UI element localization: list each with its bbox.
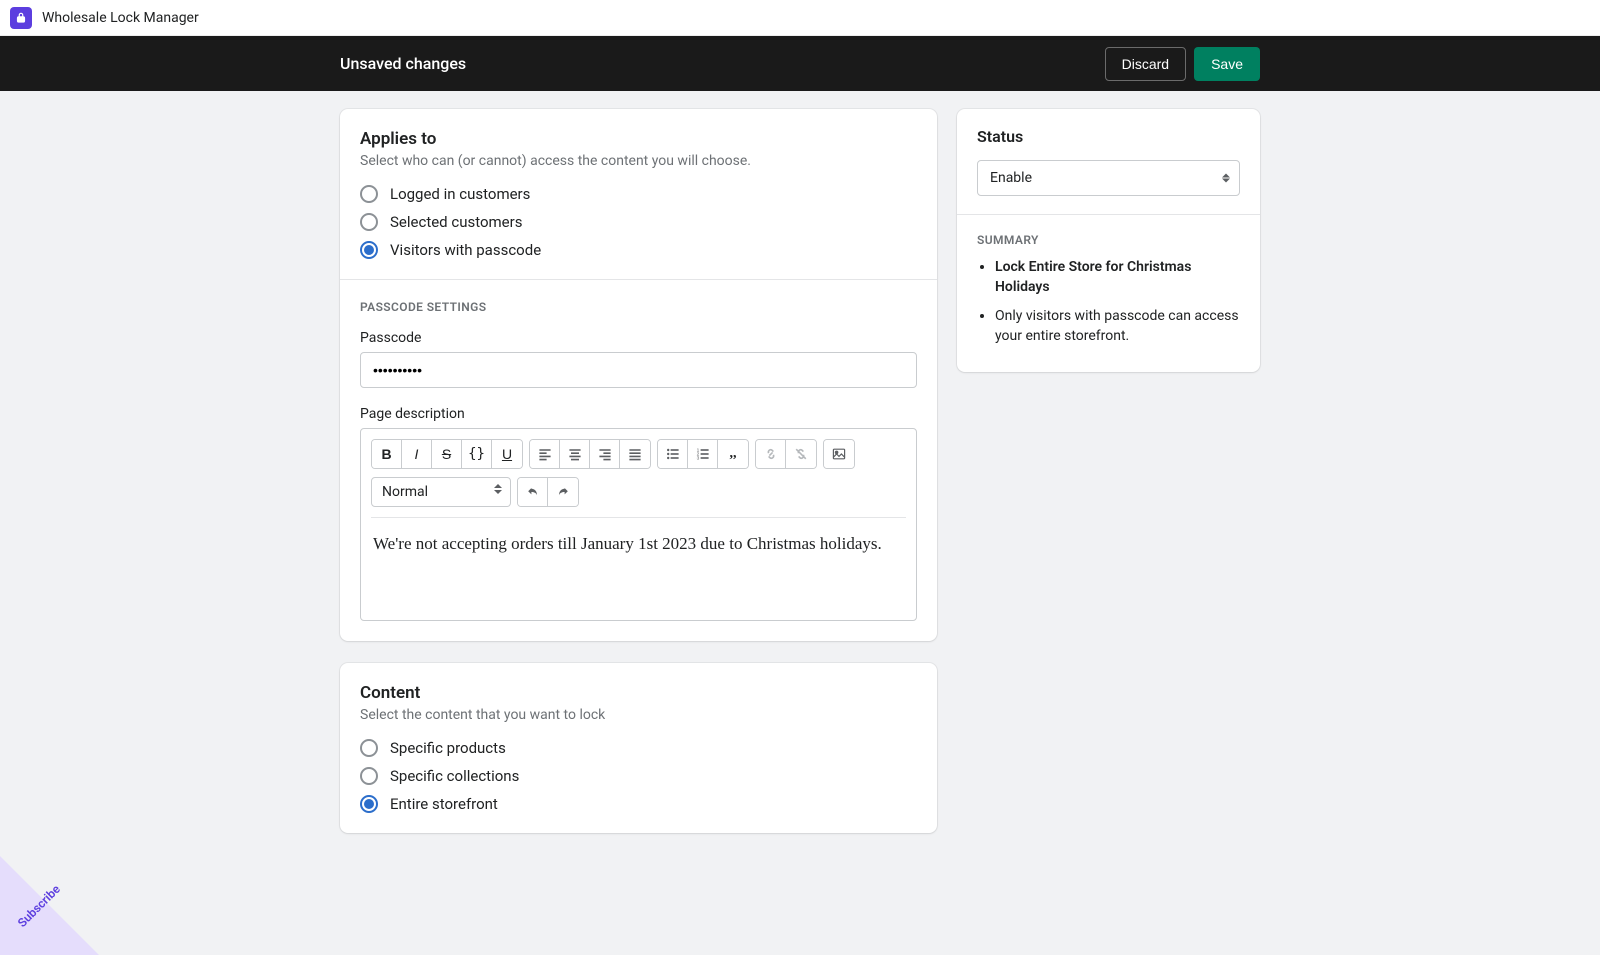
strikethrough-button[interactable]: S [432,440,462,468]
discard-button[interactable]: Discard [1105,47,1186,81]
summary-item: Lock Entire Store for Christmas Holidays [995,257,1240,298]
align-left-button[interactable] [530,440,560,468]
redo-button[interactable] [548,478,578,506]
save-button[interactable]: Save [1194,47,1260,81]
radio-label: Selected customers [390,213,522,231]
unsaved-changes-label: Unsaved changes [340,54,466,73]
align-right-button[interactable] [590,440,620,468]
applies-to-sub: Select who can (or cannot) access the co… [360,153,917,169]
passcode-input[interactable] [360,352,917,388]
link-button[interactable] [756,440,786,468]
actionbar: Unsaved changes Discard Save [0,36,1600,91]
radio-specific-products[interactable]: Specific products [360,739,917,757]
radio-icon [360,795,378,813]
italic-button[interactable]: I [402,440,432,468]
radio-specific-collections[interactable]: Specific collections [360,767,917,785]
align-justify-button[interactable] [620,440,650,468]
radio-entire-storefront[interactable]: Entire storefront [360,795,917,813]
passcode-settings-heading: PASSCODE SETTINGS [360,300,917,314]
subscribe-corner[interactable]: Subscribe [0,815,140,955]
page-description-label: Page description [360,406,917,422]
status-select[interactable]: Enable [977,160,1240,196]
summary-item: Only visitors with passcode can access y… [995,306,1240,347]
radio-label: Specific products [390,739,506,757]
code-button[interactable]: {} [462,440,492,468]
applies-to-card: Applies to Select who can (or cannot) ac… [340,109,937,641]
radio-label: Entire storefront [390,795,498,813]
radio-icon [360,213,378,231]
status-heading: Status [977,127,1240,146]
svg-text:3: 3 [696,456,699,462]
undo-button[interactable] [518,478,548,506]
radio-selected-customers[interactable]: Selected customers [360,213,917,231]
content-card: Content Select the content that you want… [340,663,937,833]
ordered-list-button[interactable]: 123 [688,440,718,468]
applies-to-heading: Applies to [360,129,917,149]
app-name: Wholesale Lock Manager [42,10,199,26]
radio-icon [360,739,378,757]
status-select-value: Enable [990,170,1032,186]
blockquote-button[interactable]: ,, [718,440,748,468]
radio-icon [360,185,378,203]
content-heading: Content [360,683,917,703]
unlink-button[interactable] [786,440,816,468]
content-sub: Select the content that you want to lock [360,707,917,723]
summary-heading: SUMMARY [977,233,1240,247]
rich-text-editor: B I S {} U [360,428,917,621]
page-description-editor[interactable]: We're not accepting orders till January … [371,530,906,610]
radio-visitors-with-passcode[interactable]: Visitors with passcode [360,241,917,259]
image-button[interactable] [824,440,854,468]
app-icon [10,7,32,29]
format-select[interactable]: Normal [371,477,511,507]
underline-button[interactable]: U [492,440,522,468]
radio-label: Logged in customers [390,185,530,203]
passcode-label: Passcode [360,330,917,346]
radio-icon [360,767,378,785]
radio-label: Specific collections [390,767,519,785]
align-center-button[interactable] [560,440,590,468]
status-card: Status Enable SUMMARY Lock Entire Store … [957,109,1260,372]
unordered-list-button[interactable] [658,440,688,468]
select-caret-icon [1222,174,1230,183]
radio-icon [360,241,378,259]
radio-logged-in-customers[interactable]: Logged in customers [360,185,917,203]
format-select-value: Normal [382,484,428,500]
bold-button[interactable]: B [372,440,402,468]
titlebar: Wholesale Lock Manager [0,0,1600,36]
radio-label: Visitors with passcode [390,241,541,259]
